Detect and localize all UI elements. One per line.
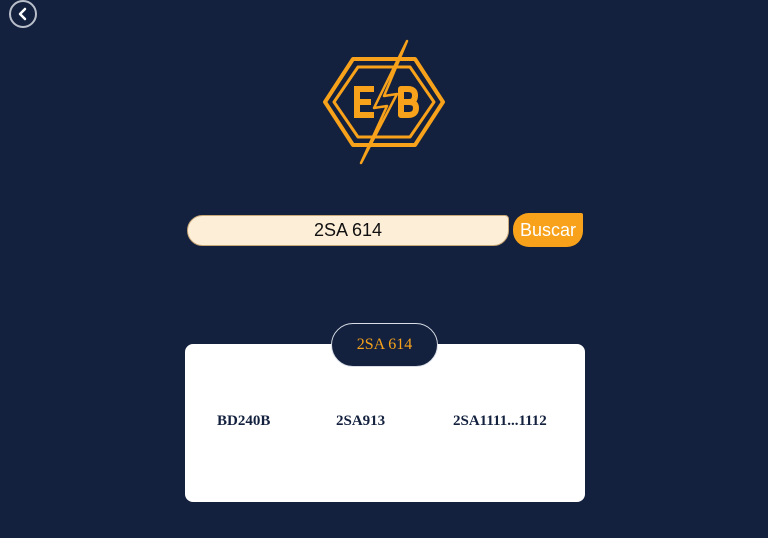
result-item-2sa913[interactable]: 2SA913 xyxy=(336,413,385,430)
result-item-2sa1111[interactable]: 2SA1111...1112 xyxy=(453,413,547,430)
search-input[interactable] xyxy=(187,215,509,246)
chevron-left-icon xyxy=(18,7,27,21)
logo-icon xyxy=(323,39,445,165)
result-item-bd240b[interactable]: BD240B xyxy=(217,413,270,430)
results-title: 2SA 614 xyxy=(331,323,438,367)
search-button[interactable]: Buscar xyxy=(513,213,583,247)
back-button[interactable] xyxy=(9,0,37,28)
